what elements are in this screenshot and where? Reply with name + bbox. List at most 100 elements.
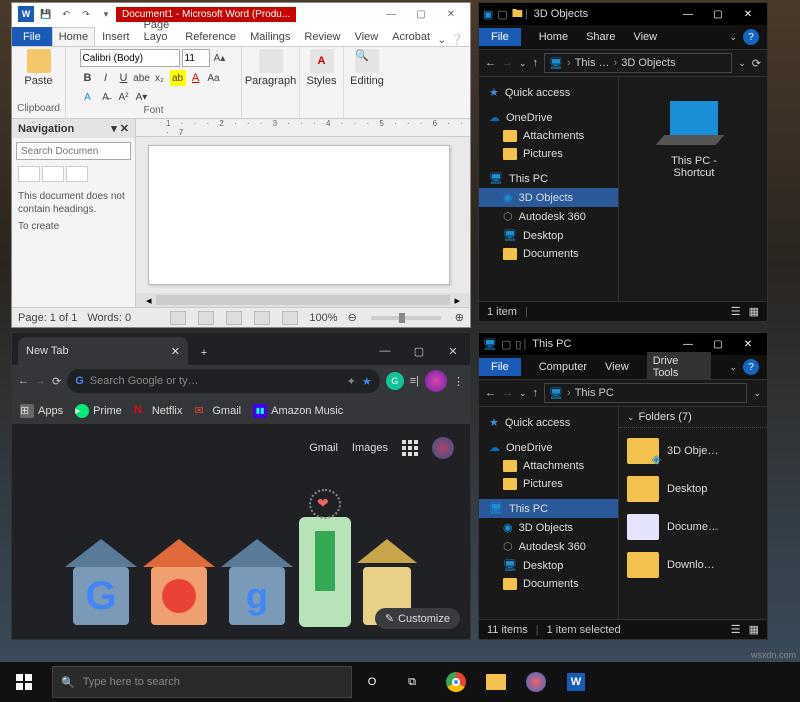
chrome-tabstrip[interactable]: New Tab✕ + — ▢ ✕ [12,333,470,365]
save-icon[interactable]: 💾 [38,6,54,22]
tab-references[interactable]: Reference [178,27,243,46]
taskbar-search[interactable]: 🔍Type here to search [52,666,352,698]
account-avatar[interactable] [432,437,454,459]
ribbon-min-icon[interactable]: ⌄ [437,33,446,46]
forward-icon[interactable]: → [35,375,46,387]
grammarly-icon[interactable]: G [386,372,404,390]
back-icon[interactable]: ← [485,57,496,69]
bm-amazon[interactable]: ▮▮Amazon Music [253,404,343,418]
shrink-icon[interactable]: A▾ [134,89,150,105]
bm-prime[interactable]: ▸Prime [75,404,122,418]
italic-icon[interactable]: I [98,70,114,86]
refresh-icon[interactable]: ⟳ [752,57,761,70]
minimize-button[interactable]: — [376,4,406,24]
qat-icon[interactable]: ▢ [497,8,507,21]
menu-view[interactable]: View [633,31,657,43]
mic-icon[interactable]: ✦ [347,375,356,388]
nav-dropdown-icon[interactable]: ▾ [111,123,117,135]
case-icon[interactable]: Aa [206,70,222,86]
taskbar-app3[interactable] [516,662,556,702]
effects-icon[interactable]: A [80,89,96,105]
super-icon[interactable]: A² [116,89,132,105]
explorer1-content[interactable]: This PC - Shortcut [619,77,767,301]
nav-close-icon[interactable]: ✕ [120,123,129,135]
crumb-thispc[interactable]: This … [575,57,610,69]
new-tab-button[interactable]: + [192,341,216,365]
view-draft-icon[interactable] [282,311,298,325]
close-button[interactable]: ✕ [436,4,466,24]
strike-icon[interactable]: abe [134,70,150,86]
taskview-button[interactable]: ⧉ [392,662,432,702]
back-icon[interactable]: ← [18,375,29,387]
bm-gmail[interactable]: ✉Gmail [194,404,241,418]
view-print-icon[interactable] [170,311,186,325]
history-icon[interactable]: ⌄ [519,58,527,69]
close-button[interactable]: ✕ [733,4,763,24]
tree-autodesk[interactable]: ⬡Autodesk 360 [479,207,618,226]
crumb-thispc[interactable]: This PC [575,387,614,399]
history-icon[interactable]: ⌄ [519,388,527,399]
ribbon-expand-icon[interactable]: ⌄ [729,32,737,43]
menu-icon[interactable]: ⋮ [453,375,464,388]
menu-file[interactable]: File [479,28,521,46]
taskbar-explorer[interactable] [476,662,516,702]
tree-pictures[interactable]: Pictures [479,145,618,163]
help-icon[interactable]: ? [743,29,759,45]
tab-review[interactable]: Review [297,27,347,46]
nav-view-pages[interactable] [42,166,64,182]
menu-view[interactable]: View [605,361,629,373]
apps-grid-icon[interactable] [402,440,418,456]
explorer1-titlebar[interactable]: ▣ ▢ 🖿 | 3D Objects —▢✕ [479,3,767,25]
bold-icon[interactable]: B [80,70,96,86]
paragraph-button[interactable]: Paragraph [249,49,293,87]
redo-icon[interactable]: ↷ [78,6,94,22]
minimize-button[interactable]: — [368,337,402,365]
tree-onedrive[interactable]: ☁OneDrive [479,438,618,457]
status-page[interactable]: Page: 1 of 1 [18,312,77,324]
tree-quick[interactable]: ★Quick access [479,83,618,102]
help-icon[interactable]: ? [743,359,759,375]
view-outline-icon[interactable] [254,311,270,325]
forward-icon[interactable]: → [502,57,513,69]
tab-insert[interactable]: Insert [95,27,137,46]
maximize-button[interactable]: ▢ [703,4,733,24]
view-details-icon[interactable]: ☰ [731,623,741,636]
address-bar[interactable]: 🖥 › This … › 3D Objects [544,53,732,73]
zoom-slider[interactable] [371,316,441,320]
ruler[interactable]: 1 · · · 2 · · · 3 · · · 4 · · · 5 · · · … [136,119,470,137]
item-downloads[interactable]: Downlo… [623,546,763,584]
grow-font-icon[interactable]: A▴ [212,50,228,66]
nav-view-results[interactable] [66,166,88,182]
tree-autodesk[interactable]: ⬡Autodesk 360 [479,537,618,556]
taskbar-word[interactable]: W [556,662,596,702]
qat-more-icon[interactable]: ▾ [98,6,114,22]
zoom-value[interactable]: 100% [309,312,337,324]
tree-attachments[interactable]: Attachments [479,457,618,475]
nav-search-input[interactable] [16,142,131,160]
explorer2-titlebar[interactable]: 🖥 ▢ ▯ | This PC —▢✕ [479,333,767,355]
minimize-button[interactable]: — [673,4,703,24]
view-large-icon[interactable]: ▦ [749,305,759,318]
reading-list-icon[interactable]: ≡| [410,375,419,387]
tab-acrobat[interactable]: Acrobat [385,27,437,46]
customize-button[interactable]: ✎Customize [375,608,460,629]
menu-file[interactable]: File [479,358,521,376]
highlight-icon[interactable]: ab [170,70,186,86]
tab-file[interactable]: File [12,27,52,46]
fontcolor-icon[interactable]: A [188,70,204,86]
view-details-icon[interactable]: ☰ [731,305,741,318]
tree-3d[interactable]: ◉3D Objects [479,188,618,207]
qat-icon[interactable]: ▢ [501,338,511,351]
link-gmail[interactable]: Gmail [309,442,338,454]
forward-icon[interactable]: → [502,387,513,399]
start-button[interactable] [0,662,48,702]
explorer2-content[interactable]: ⌄Folders (7) ◈3D Obje… Desktop Docume… D… [619,407,767,619]
minimize-button[interactable]: — [673,334,703,354]
sub-icon[interactable]: x₂ [152,70,168,86]
shortcut-thispc[interactable]: This PC - Shortcut [649,93,739,187]
tab-mailings[interactable]: Mailings [243,27,297,46]
item-documents[interactable]: Docume… [623,508,763,546]
tree-3d[interactable]: ◉3D Objects [479,518,618,537]
maximize-button[interactable]: ▢ [406,4,436,24]
tree-thispc[interactable]: 🖥This PC [479,499,618,518]
